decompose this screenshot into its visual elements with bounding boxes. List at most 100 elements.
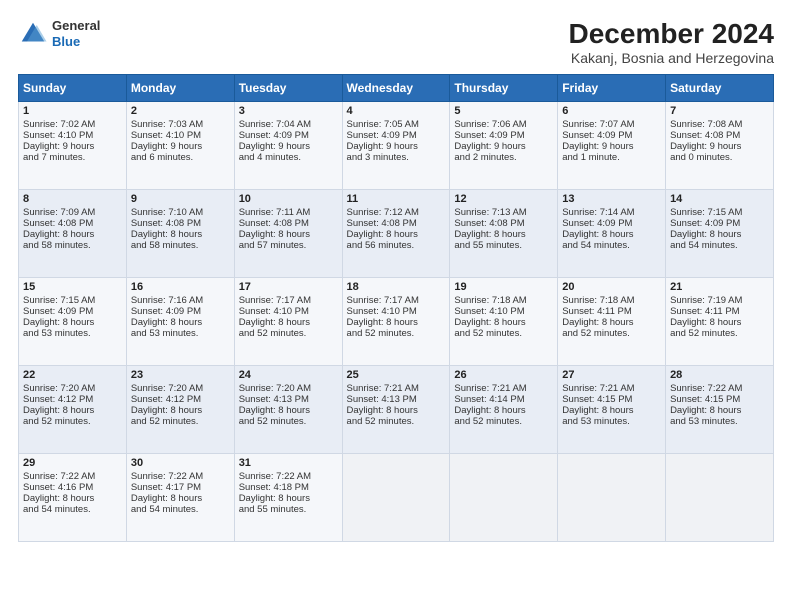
day-info-line: and 52 minutes. (454, 416, 553, 427)
calendar-cell: 15Sunrise: 7:15 AMSunset: 4:09 PMDayligh… (19, 278, 127, 366)
calendar-cell: 12Sunrise: 7:13 AMSunset: 4:08 PMDayligh… (450, 190, 558, 278)
calendar-cell: 23Sunrise: 7:20 AMSunset: 4:12 PMDayligh… (126, 366, 234, 454)
day-info-line: Daylight: 8 hours (131, 317, 230, 328)
day-info-line: Sunset: 4:11 PM (670, 306, 769, 317)
day-info-line: Sunset: 4:09 PM (347, 130, 446, 141)
day-info-line: Daylight: 8 hours (454, 229, 553, 240)
day-info-line: Sunset: 4:13 PM (347, 394, 446, 405)
logo-text: General Blue (52, 18, 100, 49)
day-info-line: Sunset: 4:09 PM (454, 130, 553, 141)
calendar-day-header: Sunday (19, 75, 127, 102)
day-info-line: Sunrise: 7:07 AM (562, 119, 661, 130)
calendar-cell: 26Sunrise: 7:21 AMSunset: 4:14 PMDayligh… (450, 366, 558, 454)
day-number: 17 (239, 281, 338, 293)
day-info-line: Sunset: 4:09 PM (23, 306, 122, 317)
day-info-line: and 6 minutes. (131, 152, 230, 163)
day-info-line: and 52 minutes. (347, 416, 446, 427)
calendar-day-header: Thursday (450, 75, 558, 102)
day-info-line: Daylight: 8 hours (454, 405, 553, 416)
day-number: 20 (562, 281, 661, 293)
calendar-cell: 2Sunrise: 7:03 AMSunset: 4:10 PMDaylight… (126, 102, 234, 190)
day-info-line: Sunset: 4:09 PM (562, 130, 661, 141)
day-number: 21 (670, 281, 769, 293)
day-number: 13 (562, 193, 661, 205)
day-number: 15 (23, 281, 122, 293)
day-info-line: Daylight: 8 hours (347, 229, 446, 240)
day-info-line: Daylight: 8 hours (23, 229, 122, 240)
calendar-day-header: Tuesday (234, 75, 342, 102)
day-info-line: and 56 minutes. (347, 240, 446, 251)
day-info-line: Daylight: 9 hours (562, 141, 661, 152)
day-info-line: Sunset: 4:11 PM (562, 306, 661, 317)
day-info-line: Daylight: 8 hours (670, 317, 769, 328)
day-info-line: Sunset: 4:10 PM (239, 306, 338, 317)
day-info-line: Sunset: 4:13 PM (239, 394, 338, 405)
day-info-line: and 53 minutes. (670, 416, 769, 427)
day-info-line: Sunset: 4:08 PM (347, 218, 446, 229)
day-number: 22 (23, 369, 122, 381)
day-info-line: Sunrise: 7:10 AM (131, 207, 230, 218)
logo-blue: Blue (52, 34, 80, 49)
day-info-line: and 7 minutes. (23, 152, 122, 163)
day-number: 23 (131, 369, 230, 381)
day-info-line: and 52 minutes. (239, 416, 338, 427)
calendar-cell: 11Sunrise: 7:12 AMSunset: 4:08 PMDayligh… (342, 190, 450, 278)
calendar-cell: 19Sunrise: 7:18 AMSunset: 4:10 PMDayligh… (450, 278, 558, 366)
day-number: 9 (131, 193, 230, 205)
calendar: SundayMondayTuesdayWednesdayThursdayFrid… (18, 74, 774, 542)
calendar-week-row: 15Sunrise: 7:15 AMSunset: 4:09 PMDayligh… (19, 278, 774, 366)
day-info-line: Daylight: 8 hours (239, 405, 338, 416)
day-info-line: Sunset: 4:09 PM (239, 130, 338, 141)
day-info-line: Sunrise: 7:14 AM (562, 207, 661, 218)
day-number: 4 (347, 105, 446, 117)
day-info-line: and 3 minutes. (347, 152, 446, 163)
calendar-day-header: Friday (558, 75, 666, 102)
day-info-line: Sunrise: 7:04 AM (239, 119, 338, 130)
day-info-line: Sunset: 4:09 PM (670, 218, 769, 229)
day-info-line: Daylight: 8 hours (239, 493, 338, 504)
day-info-line: and 53 minutes. (131, 328, 230, 339)
day-info-line: Sunrise: 7:06 AM (454, 119, 553, 130)
day-info-line: and 52 minutes. (670, 328, 769, 339)
day-info-line: and 4 minutes. (239, 152, 338, 163)
day-info-line: Daylight: 8 hours (239, 229, 338, 240)
day-number: 8 (23, 193, 122, 205)
day-info-line: Daylight: 8 hours (454, 317, 553, 328)
day-info-line: Sunrise: 7:02 AM (23, 119, 122, 130)
day-info-line: Sunrise: 7:20 AM (23, 383, 122, 394)
day-info-line: Daylight: 8 hours (347, 405, 446, 416)
day-info-line: Sunset: 4:18 PM (239, 482, 338, 493)
calendar-week-row: 1Sunrise: 7:02 AMSunset: 4:10 PMDaylight… (19, 102, 774, 190)
day-info-line: Sunrise: 7:17 AM (347, 295, 446, 306)
day-info-line: Sunset: 4:15 PM (562, 394, 661, 405)
day-number: 30 (131, 457, 230, 469)
calendar-cell (342, 454, 450, 542)
page: General Blue December 2024 Kakanj, Bosni… (0, 0, 792, 612)
day-info-line: Daylight: 9 hours (239, 141, 338, 152)
day-info-line: Sunrise: 7:15 AM (670, 207, 769, 218)
day-number: 29 (23, 457, 122, 469)
day-info-line: Daylight: 8 hours (23, 493, 122, 504)
day-info-line: Sunset: 4:10 PM (131, 130, 230, 141)
day-info-line: and 55 minutes. (454, 240, 553, 251)
calendar-cell (558, 454, 666, 542)
day-info-line: Sunset: 4:08 PM (131, 218, 230, 229)
calendar-cell: 28Sunrise: 7:22 AMSunset: 4:15 PMDayligh… (666, 366, 774, 454)
day-info-line: and 53 minutes. (562, 416, 661, 427)
calendar-cell: 17Sunrise: 7:17 AMSunset: 4:10 PMDayligh… (234, 278, 342, 366)
calendar-cell: 24Sunrise: 7:20 AMSunset: 4:13 PMDayligh… (234, 366, 342, 454)
day-info-line: Sunset: 4:08 PM (239, 218, 338, 229)
calendar-cell (450, 454, 558, 542)
day-info-line: Daylight: 8 hours (562, 317, 661, 328)
calendar-day-header: Wednesday (342, 75, 450, 102)
day-info-line: Daylight: 8 hours (23, 405, 122, 416)
day-info-line: Sunrise: 7:20 AM (131, 383, 230, 394)
calendar-day-header: Monday (126, 75, 234, 102)
day-info-line: and 53 minutes. (23, 328, 122, 339)
calendar-cell: 1Sunrise: 7:02 AMSunset: 4:10 PMDaylight… (19, 102, 127, 190)
day-info-line: Sunset: 4:15 PM (670, 394, 769, 405)
day-info-line: Sunset: 4:08 PM (23, 218, 122, 229)
calendar-cell: 4Sunrise: 7:05 AMSunset: 4:09 PMDaylight… (342, 102, 450, 190)
day-number: 27 (562, 369, 661, 381)
day-info-line: Sunset: 4:08 PM (454, 218, 553, 229)
